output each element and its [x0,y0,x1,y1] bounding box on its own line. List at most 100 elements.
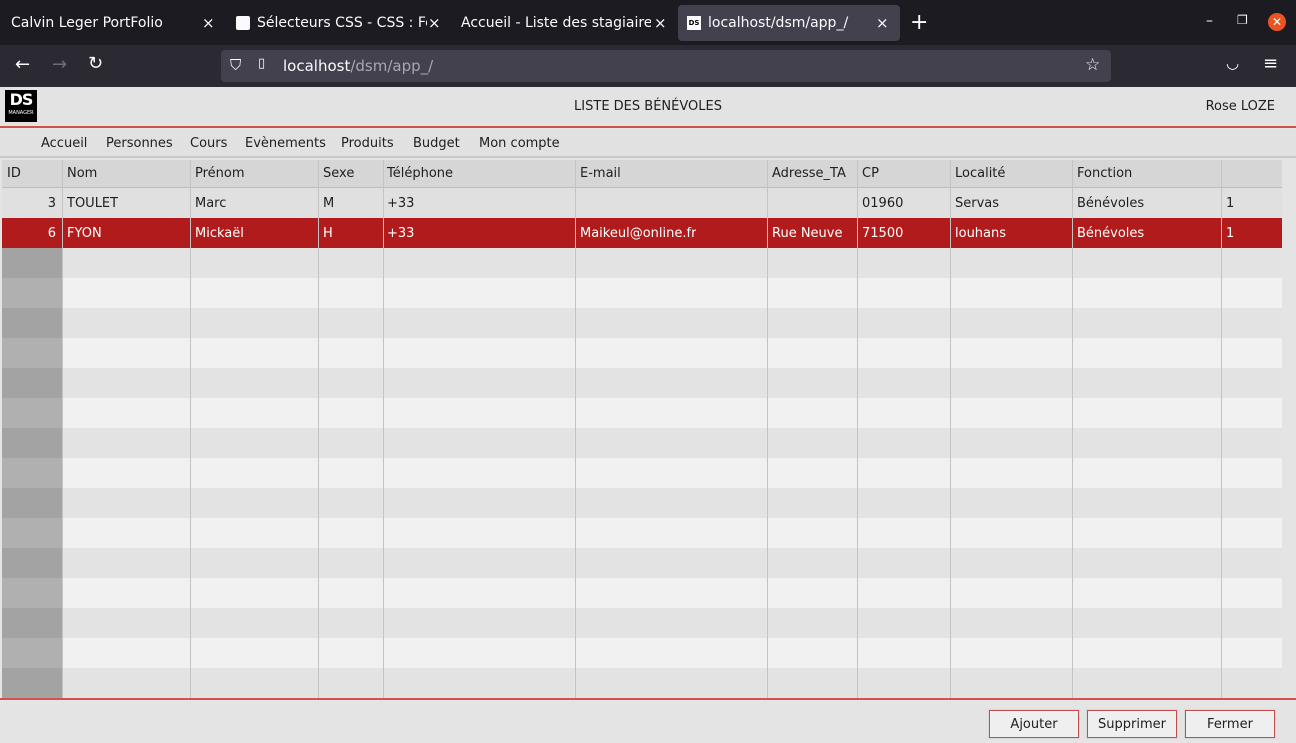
mdn-dino-icon [236,15,250,30]
reload-icon[interactable]: ↻ [88,53,103,74]
cell-extra: 1 [1226,226,1235,241]
close-icon[interactable]: × [654,14,667,32]
cell-adresse: Rue Neuve [772,226,843,241]
add-button[interactable]: Ajouter [989,710,1079,738]
table-row-selected[interactable]: 6 FYON Mickaël H +33 Maikeul@online.fr R… [2,218,1282,248]
shield-icon[interactable]: ⛉ [230,56,241,74]
cell-telephone: +33 [387,196,415,211]
empty-row [2,548,1282,578]
empty-row [2,308,1282,338]
cell-prenom: Marc [195,196,227,211]
pocket-icon[interactable]: ◡ [1226,54,1239,72]
hamburger-menu-icon[interactable]: ≡ [1263,53,1278,74]
cell-extra: 1 [1226,196,1235,211]
column-header-telephone[interactable]: Téléphone [387,166,453,181]
empty-row-id-cell [2,248,62,278]
new-tab-button[interactable]: + [910,10,928,35]
url-host: localhost [283,57,351,75]
empty-row [2,368,1282,398]
cell-fonction: Bénévoles [1077,226,1145,241]
empty-row [2,458,1282,488]
url-path: /dsm/app_/ [350,57,434,75]
table-header: ID Nom Prénom Sexe Téléphone E-mail Adre… [2,160,1282,188]
empty-row-id-cell [2,428,62,458]
column-divider [383,160,384,698]
column-header-email[interactable]: E-mail [580,166,621,181]
empty-row [2,578,1282,608]
page-icon: ▯ [258,56,266,71]
menu-item-personnes[interactable]: Personnes [106,136,173,151]
column-header-id[interactable]: ID [7,166,21,181]
column-header-fonction[interactable]: Fonction [1077,166,1132,181]
empty-row [2,668,1282,698]
column-header-nom[interactable]: Nom [67,166,97,181]
column-divider [1072,160,1073,698]
empty-row-id-cell [2,638,62,668]
cell-id: 3 [47,196,56,211]
column-divider [857,160,858,698]
menu-item-budget[interactable]: Budget [413,136,460,151]
empty-row-id-cell [2,368,62,398]
empty-row-id-cell [2,518,62,548]
column-header-localite[interactable]: Localité [955,166,1005,181]
empty-row-id-cell [2,338,62,368]
empty-row [2,428,1282,458]
table-row[interactable]: 3 TOULET Marc M +33 01960 Servas Bénévol… [2,188,1282,218]
tab-title: Sélecteurs CSS - CSS : Feu [257,14,427,31]
empty-row [2,398,1282,428]
column-divider [318,160,319,698]
main-menu: Accueil Personnes Cours Evènements Produ… [0,130,1296,158]
empty-row-id-cell [2,608,62,638]
column-divider [190,160,191,698]
back-arrow-icon[interactable]: ← [15,54,30,75]
menu-item-produits[interactable]: Produits [341,136,394,151]
cell-nom: FYON [67,226,102,241]
column-divider [767,160,768,698]
tab-calvin-portfolio[interactable]: Calvin Leger PortFolio × [0,0,222,45]
forward-arrow-icon[interactable]: → [52,54,67,75]
cell-nom: TOULET [67,196,119,211]
column-divider [575,160,576,698]
footer-toolbar: Ajouter Supprimer Fermer [0,698,1296,743]
empty-row [2,248,1282,278]
cell-telephone: +33 [387,226,415,241]
bookmark-star-icon[interactable]: ☆ [1085,55,1100,75]
close-icon[interactable]: × [202,14,215,32]
cell-cp: 01960 [862,196,904,211]
menu-item-evenements[interactable]: Evènements [245,136,326,151]
column-header-adresse[interactable]: Adresse_TA [772,166,846,181]
url-bar[interactable]: ⛉ ▯ localhost/dsm/app_/ ☆ [221,50,1111,82]
column-header-prenom[interactable]: Prénom [195,166,245,181]
empty-row [2,488,1282,518]
minimize-icon[interactable]: – [1206,13,1213,29]
column-header-sexe[interactable]: Sexe [323,166,354,181]
menu-item-accueil[interactable]: Accueil [41,136,87,151]
empty-row [2,608,1282,638]
column-divider [1221,160,1222,698]
cell-prenom: Mickaël [195,226,244,241]
maximize-icon[interactable]: ❐ [1237,13,1248,27]
close-icon[interactable]: × [428,14,441,32]
browser-nav-bar: ← → ↻ ⛉ ▯ localhost/dsm/app_/ ☆ ◡ ≡ [0,45,1296,87]
cell-id: 6 [47,226,56,241]
menu-item-cours[interactable]: Cours [190,136,227,151]
delete-button[interactable]: Supprimer [1087,710,1177,738]
tab-accueil-stagiaires[interactable]: Accueil - Liste des stagiaires × [452,0,674,45]
menu-item-mon-compte[interactable]: Mon compte [479,136,560,151]
column-header-cp[interactable]: CP [862,166,879,181]
tab-selecteurs-css[interactable]: Sélecteurs CSS - CSS : Feu × [226,0,448,45]
close-button[interactable]: Fermer [1185,710,1275,738]
empty-row [2,638,1282,668]
cell-cp: 71500 [862,226,904,241]
empty-row-id-cell [2,548,62,578]
tab-localhost-dsm[interactable]: DS localhost/dsm/app_/ × [678,5,900,41]
user-name[interactable]: Rose LOZE [1206,99,1275,114]
url-text[interactable]: localhost/dsm/app_/ [283,57,433,75]
app-header: DS MANAGER LISTE DES BÉNÉVOLES Rose LOZE [0,87,1296,128]
close-icon[interactable]: × [876,14,889,32]
cell-sexe: H [323,226,333,241]
empty-row-id-cell [2,278,62,308]
empty-row [2,278,1282,308]
empty-row-id-cell [2,668,62,698]
window-close-icon[interactable]: ✕ [1268,13,1286,31]
